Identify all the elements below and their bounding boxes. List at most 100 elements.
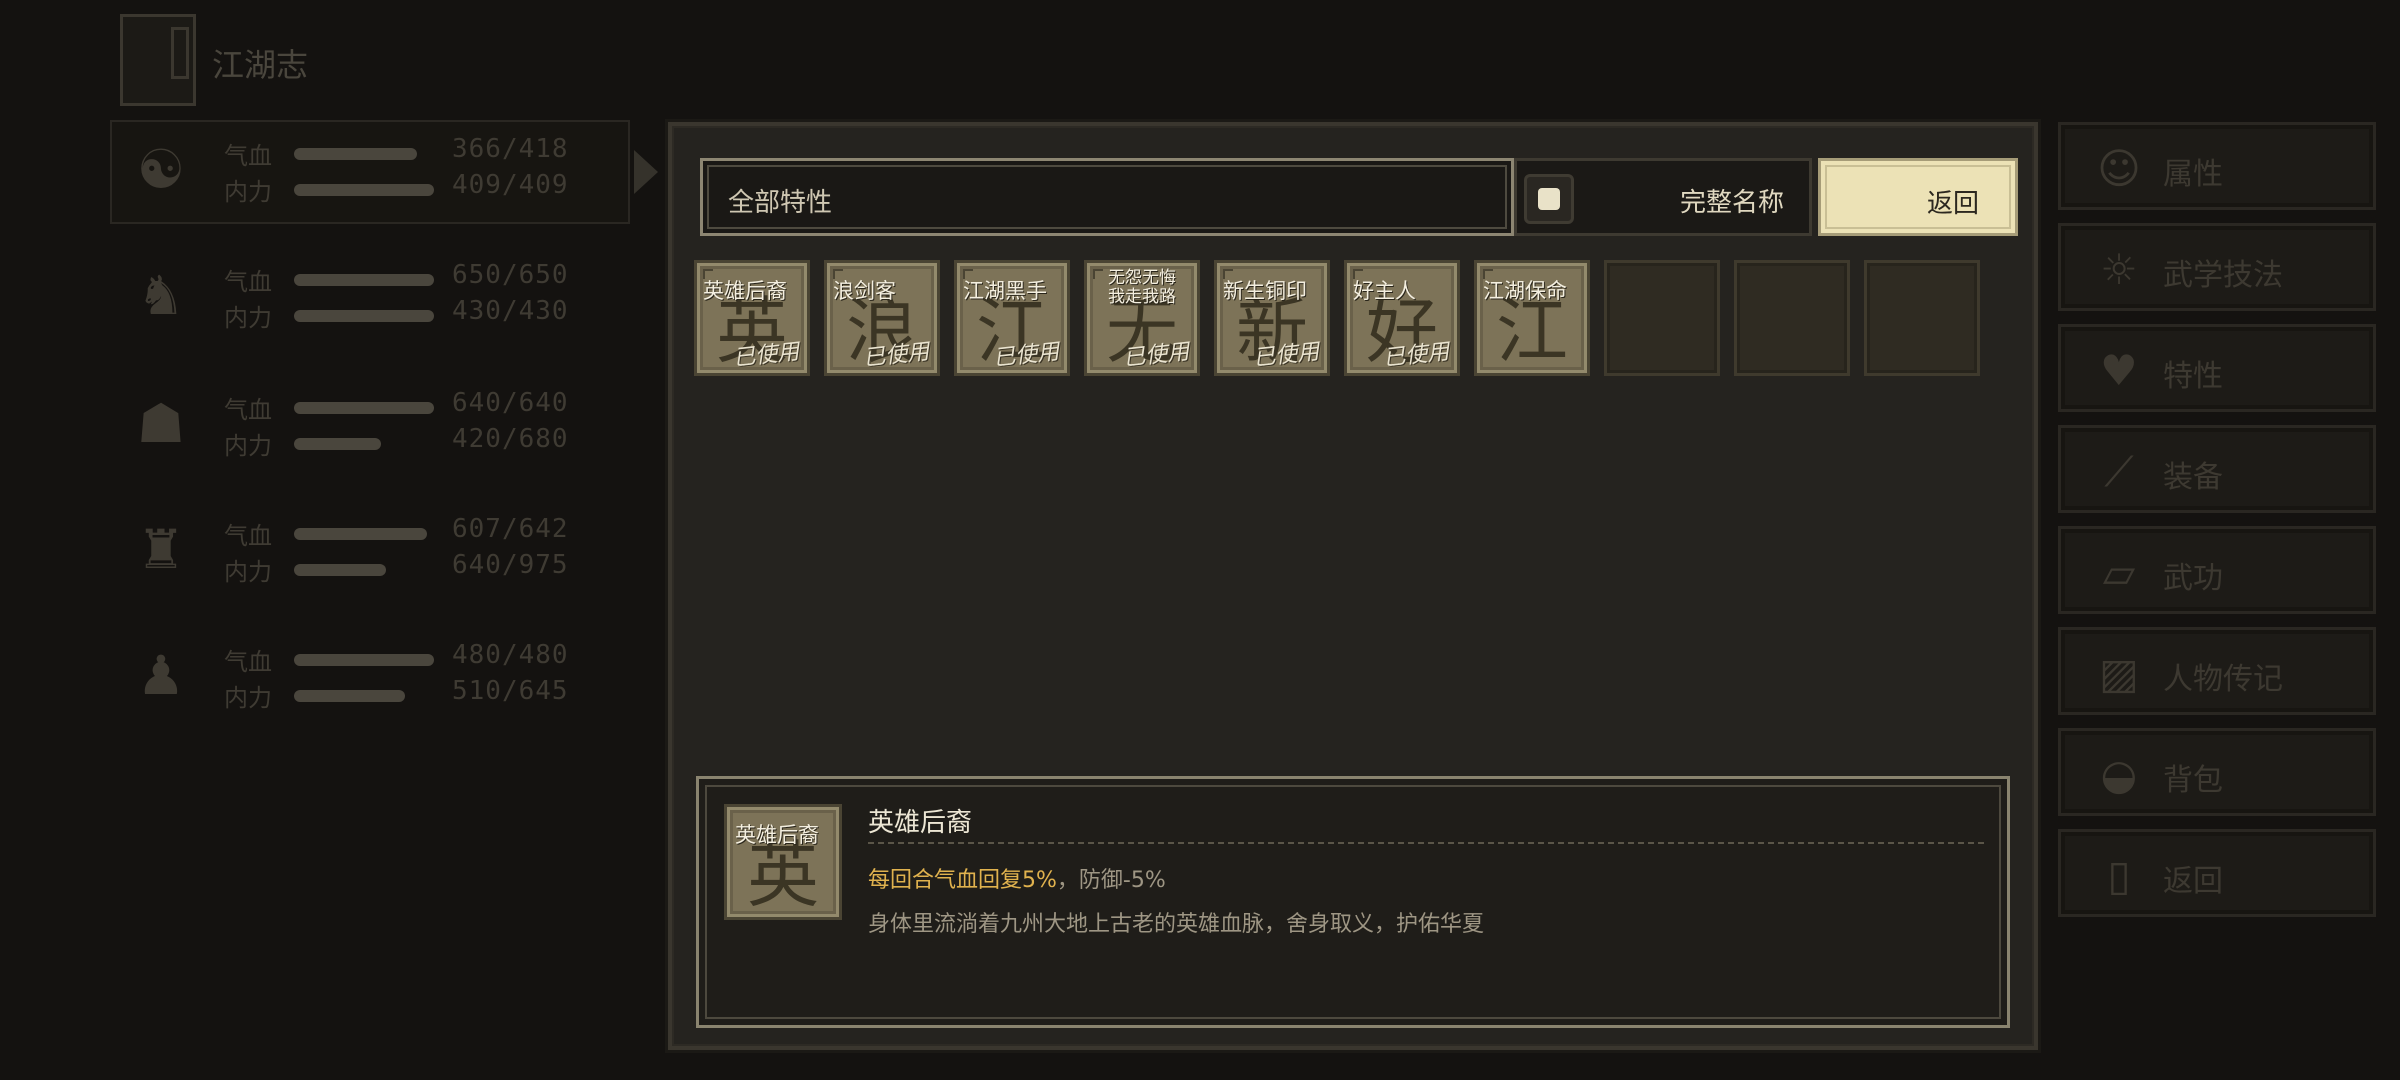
hp-bar bbox=[294, 528, 427, 540]
menu-item-label: 装备 bbox=[2163, 460, 2223, 495]
party-member[interactable]: ♟ 气血 480/480 内力 510/645 bbox=[120, 636, 590, 716]
menu-item[interactable]: ☼ 武学技法 bbox=[2058, 223, 2376, 311]
back-button-label: 返回 bbox=[1926, 189, 1979, 219]
mp-value: 420/680 bbox=[452, 424, 569, 454]
mp-label: 内力 bbox=[224, 304, 272, 332]
hp-value: 640/640 bbox=[452, 388, 569, 418]
hp-value: 607/642 bbox=[452, 514, 569, 544]
trait-name: 江湖保命 bbox=[1483, 279, 1567, 303]
party-member-avatar: ☗ bbox=[136, 392, 186, 455]
menu-item-label: 属性 bbox=[2163, 157, 2223, 192]
sword-icon: ⟋ bbox=[2104, 447, 2134, 496]
mp-label: 内力 bbox=[224, 558, 272, 586]
party-member[interactable]: ☗ 气血 640/640 内力 420/680 bbox=[120, 384, 590, 464]
mp-label: 内力 bbox=[224, 178, 272, 206]
trait-filter-label: 全部特性 bbox=[728, 188, 833, 218]
party-member[interactable]: ♜ 气血 607/642 内力 640/975 bbox=[120, 510, 590, 590]
trait-detail-effect: 每回合气血回复5%，防御-5% bbox=[868, 862, 1166, 894]
menu-item-label: 背包 bbox=[2163, 763, 2223, 798]
heart-person-icon: ♥ bbox=[2100, 346, 2138, 395]
party-member-avatar: ♜ bbox=[136, 518, 186, 581]
trait-name: 英雄后裔 bbox=[703, 279, 787, 303]
menu-item-label: 武学技法 bbox=[2163, 258, 2283, 293]
party-member-avatar: ♞ bbox=[136, 264, 186, 327]
mp-bar bbox=[294, 564, 386, 576]
hp-value: 366/418 bbox=[452, 134, 569, 164]
menu-item-label: 人物传记 bbox=[2163, 662, 2283, 697]
trait-used-stamp: 已使用 bbox=[1252, 339, 1321, 372]
trait-detail-icon: 英 英雄后裔 bbox=[724, 804, 842, 920]
party-member[interactable]: ♞ 气血 650/650 内力 430/430 bbox=[120, 256, 590, 336]
mp-label: 内力 bbox=[224, 432, 272, 460]
trait-used-stamp: 已使用 bbox=[1122, 339, 1191, 372]
mp-value: 640/975 bbox=[452, 550, 569, 580]
trait-used-stamp: 已使用 bbox=[862, 339, 931, 372]
hp-bar bbox=[294, 654, 434, 666]
empty-trait-slot bbox=[1604, 260, 1720, 376]
trait-detail-description: 身体里流淌着九州大地上古老的英雄血脉，舍身取义，护佑华夏 bbox=[868, 912, 1485, 937]
party-member-avatar: ♟ bbox=[136, 644, 186, 707]
empty-trait-slot bbox=[1734, 260, 1850, 376]
hp-value: 650/650 bbox=[452, 260, 569, 290]
empty-trait-slot bbox=[1864, 260, 1980, 376]
trait-detail-icon-name: 英雄后裔 bbox=[735, 823, 819, 847]
menu-item[interactable]: ☺ 属性 bbox=[2058, 122, 2376, 210]
menu-item[interactable]: ◒ 背包 bbox=[2058, 728, 2376, 816]
toggle-checkbox-icon[interactable] bbox=[1524, 174, 1574, 224]
lightbulb-person-icon: ☼ bbox=[2100, 245, 2138, 294]
trait-slot[interactable]: 好 好主人 已使用 bbox=[1344, 260, 1460, 376]
menu-item[interactable]: ▨ 人物传记 bbox=[2058, 627, 2376, 715]
hp-label: 气血 bbox=[224, 268, 272, 296]
trait-slot[interactable]: 无 无怨无悔 我走我路 已使用 bbox=[1084, 260, 1200, 376]
mp-bar bbox=[294, 438, 381, 450]
party-member-avatar: ☯ bbox=[136, 138, 186, 201]
mp-value: 409/409 bbox=[452, 170, 569, 200]
mp-bar bbox=[294, 690, 405, 702]
menu-item-label: 返回 bbox=[2163, 864, 2223, 899]
trait-used-stamp: 已使用 bbox=[1382, 339, 1451, 372]
party-member[interactable]: ☯ 气血 366/418 内力 409/409 bbox=[120, 130, 590, 210]
trait-effect-positive: 每回合气血回复5% bbox=[868, 868, 1057, 893]
door-icon: ▯ bbox=[2107, 851, 2131, 900]
trait-slot[interactable]: 江 江湖保命 bbox=[1474, 260, 1590, 376]
hp-label: 气血 bbox=[224, 648, 272, 676]
full-name-toggle-label: 完整名称 bbox=[1680, 188, 1785, 218]
bag-icon: ◒ bbox=[2100, 750, 2138, 799]
book-icon bbox=[120, 14, 196, 106]
back-button[interactable]: 返回 bbox=[1818, 158, 2018, 236]
book-title: 江湖志 bbox=[212, 46, 309, 84]
mp-value: 510/645 bbox=[452, 676, 569, 706]
menu-item[interactable]: ⟋ 装备 bbox=[2058, 425, 2376, 513]
menu-item-label: 武功 bbox=[2163, 561, 2223, 596]
trait-detail-title: 英雄后裔 bbox=[868, 808, 973, 838]
trait-slot[interactable]: 江 江湖黑手 已使用 bbox=[954, 260, 1070, 376]
trait-used-stamp: 已使用 bbox=[732, 339, 801, 372]
hp-bar bbox=[294, 402, 434, 414]
menu-item[interactable]: ▱ 武功 bbox=[2058, 526, 2376, 614]
hp-label: 气血 bbox=[224, 522, 272, 550]
trait-slot[interactable]: 新 新生铜印 已使用 bbox=[1214, 260, 1330, 376]
trait-effect-negative: ，防御-5% bbox=[1056, 868, 1166, 893]
divider bbox=[868, 842, 1984, 844]
hp-label: 气血 bbox=[224, 142, 272, 170]
mp-label: 内力 bbox=[224, 684, 272, 712]
trait-used-stamp: 已使用 bbox=[992, 339, 1061, 372]
hp-bar bbox=[294, 148, 417, 160]
hp-bar bbox=[294, 274, 434, 286]
trait-slot[interactable]: 浪 浪剑客 已使用 bbox=[824, 260, 940, 376]
menu-item[interactable]: ♥ 特性 bbox=[2058, 324, 2376, 412]
mp-value: 430/430 bbox=[452, 296, 569, 326]
mp-bar bbox=[294, 184, 434, 196]
person-icon: ☺ bbox=[2097, 144, 2141, 193]
menu-item[interactable]: ▯ 返回 bbox=[2058, 829, 2376, 917]
scroll-icon: ▱ bbox=[2102, 548, 2136, 597]
menu-item-label: 特性 bbox=[2163, 359, 2223, 394]
selection-arrow-icon bbox=[634, 150, 658, 194]
hp-label: 气血 bbox=[224, 396, 272, 424]
book-icon: ▨ bbox=[2099, 649, 2139, 698]
hp-value: 480/480 bbox=[452, 640, 569, 670]
trait-name: 无怨无悔 我走我路 bbox=[1108, 268, 1176, 307]
trait-name: 浪剑客 bbox=[833, 279, 896, 303]
trait-name: 江湖黑手 bbox=[963, 279, 1047, 303]
trait-slot[interactable]: 英 英雄后裔 已使用 bbox=[694, 260, 810, 376]
